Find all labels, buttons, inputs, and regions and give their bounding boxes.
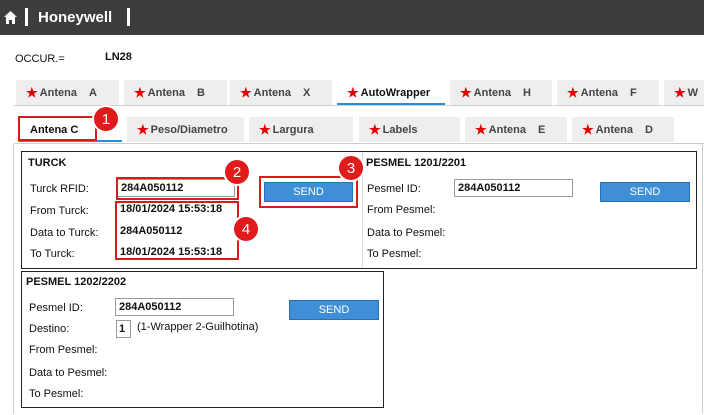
star-icon: ★ xyxy=(240,84,252,100)
badge-1: 1 xyxy=(92,105,120,133)
data-to-pesmel1-label: Data to Pesmel: xyxy=(367,227,446,239)
tab-label: Antena xyxy=(488,123,526,136)
home-icon[interactable] xyxy=(3,10,18,25)
tab-label: AutoWrapper xyxy=(360,86,431,99)
star-icon: ★ xyxy=(137,121,149,137)
destino-hint: (1-Wrapper 2-Guilhotina) xyxy=(137,321,259,333)
pesmel2-send-button[interactable]: SEND xyxy=(289,300,379,320)
badge-4: 4 xyxy=(232,215,260,243)
highlight-antena-c xyxy=(18,116,97,141)
destino-label: Destino: xyxy=(29,323,70,335)
star-icon: ★ xyxy=(460,84,472,100)
tab-labels[interactable]: ★ Labels xyxy=(359,117,460,142)
tab-suffix: D xyxy=(644,123,653,136)
tab-antena-d[interactable]: ★ Antena D xyxy=(572,117,674,142)
data-to-pesmel2-label: Data to Pesmel: xyxy=(29,367,108,379)
tab-suffix: B xyxy=(196,86,205,99)
separator xyxy=(127,8,130,26)
star-icon: ★ xyxy=(369,121,381,137)
star-icon: ★ xyxy=(26,84,38,100)
occur-value: LN28 xyxy=(105,51,132,63)
star-icon: ★ xyxy=(567,84,579,100)
tab-suffix: E xyxy=(537,123,546,136)
to-pesmel2-label: To Pesmel: xyxy=(29,388,84,400)
tab-suffix: H xyxy=(522,86,531,99)
from-pesmel1-label: From Pesmel: xyxy=(367,204,436,216)
from-turck-label: From Turck: xyxy=(30,205,89,217)
tab-label: Antena xyxy=(147,86,185,99)
tab-label: Peso/Diametro xyxy=(150,123,228,136)
tab-antena-f[interactable]: ★ Antena F xyxy=(557,80,659,105)
star-icon: ★ xyxy=(475,121,487,137)
tab-label: Antena xyxy=(473,86,511,99)
pesmel1-title: PESMEL 1201/2201 xyxy=(366,157,467,169)
highlight-rfid xyxy=(116,177,239,200)
highlight-values xyxy=(115,201,239,260)
occur-label: OCCUR.= xyxy=(15,53,65,65)
star-icon: ★ xyxy=(674,84,686,100)
from-pesmel2-label: From Pesmel: xyxy=(29,344,98,356)
tab-label: Antena xyxy=(580,86,618,99)
data-to-turck-label: Data to Turck: xyxy=(30,227,99,239)
brand-title: Honeywell xyxy=(38,9,113,26)
tab-peso-diametro[interactable]: ★ Peso/Diametro xyxy=(127,117,244,142)
tab-antena-h[interactable]: ★ Antena H xyxy=(450,80,552,105)
tab-autowrapper[interactable]: ★ AutoWrapper xyxy=(337,80,445,105)
tab-antena-a[interactable]: ★ Antena A xyxy=(16,80,119,105)
highlight-send xyxy=(259,176,358,208)
pesmel2-title: PESMEL 1202/2202 xyxy=(26,276,127,288)
tab-label: Labels xyxy=(382,123,418,136)
tab-suffix: F xyxy=(629,86,637,99)
tab-label: Antena xyxy=(595,123,633,136)
pesmel1-send-button[interactable]: SEND xyxy=(600,182,690,202)
turck-title: TURCK xyxy=(28,157,67,169)
panel-border-left xyxy=(13,144,14,414)
star-icon: ★ xyxy=(134,84,146,100)
tab-label: Antena xyxy=(253,86,291,99)
separator xyxy=(25,8,28,26)
badge-2: 2 xyxy=(223,158,251,186)
star-icon: ★ xyxy=(582,121,594,137)
destino-input[interactable]: 1 xyxy=(116,320,131,338)
pesmel2-id-input[interactable]: 284A050112 xyxy=(115,298,234,316)
tab-divider xyxy=(14,105,704,106)
subtab-divider xyxy=(14,143,704,144)
pesmel2-id-label: Pesmel ID: xyxy=(29,302,83,314)
star-icon: ★ xyxy=(259,121,271,137)
badge-3: 3 xyxy=(337,154,365,182)
to-pesmel1-label: To Pesmel: xyxy=(367,248,422,260)
tab-antena-b[interactable]: ★ Antena B xyxy=(124,80,227,105)
turck-rfid-label: Turck RFID: xyxy=(30,183,89,195)
tab-label: W xyxy=(687,86,699,99)
tab-antena-x[interactable]: ★ Antena X xyxy=(230,80,332,105)
pesmel1-id-label: Pesmel ID: xyxy=(367,183,421,195)
tab-suffix: A xyxy=(88,86,97,99)
tab-largura[interactable]: ★ Largura xyxy=(249,117,353,142)
to-turck-label: To Turck: xyxy=(30,248,75,260)
tab-suffix: X xyxy=(302,86,311,99)
tab-antena-e[interactable]: ★ Antena E xyxy=(465,117,567,142)
top-bar: Honeywell xyxy=(0,0,704,35)
star-icon: ★ xyxy=(347,84,359,100)
tab-w[interactable]: ★ W xyxy=(664,80,704,105)
pesmel1-id-input[interactable]: 284A050112 xyxy=(454,179,573,197)
tab-label: Largura xyxy=(272,123,314,136)
tab-label: Antena xyxy=(39,86,77,99)
panel-border-right xyxy=(702,144,703,414)
